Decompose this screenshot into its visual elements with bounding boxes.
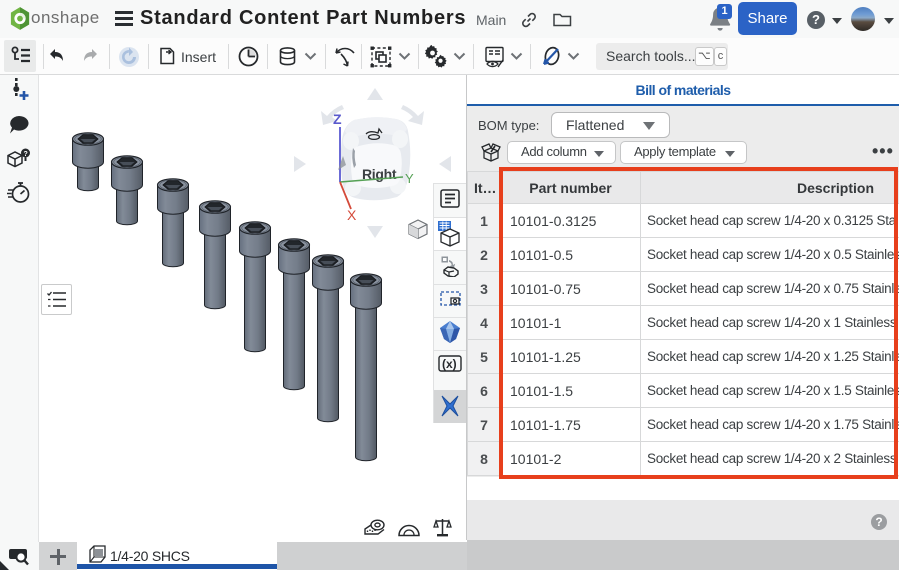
svg-text:X: X — [347, 207, 357, 220]
svg-text:(x): (x) — [442, 357, 457, 371]
svg-text:Y: Y — [405, 171, 414, 186]
svg-text:Z: Z — [333, 111, 342, 127]
svg-text:?: ? — [24, 151, 28, 158]
